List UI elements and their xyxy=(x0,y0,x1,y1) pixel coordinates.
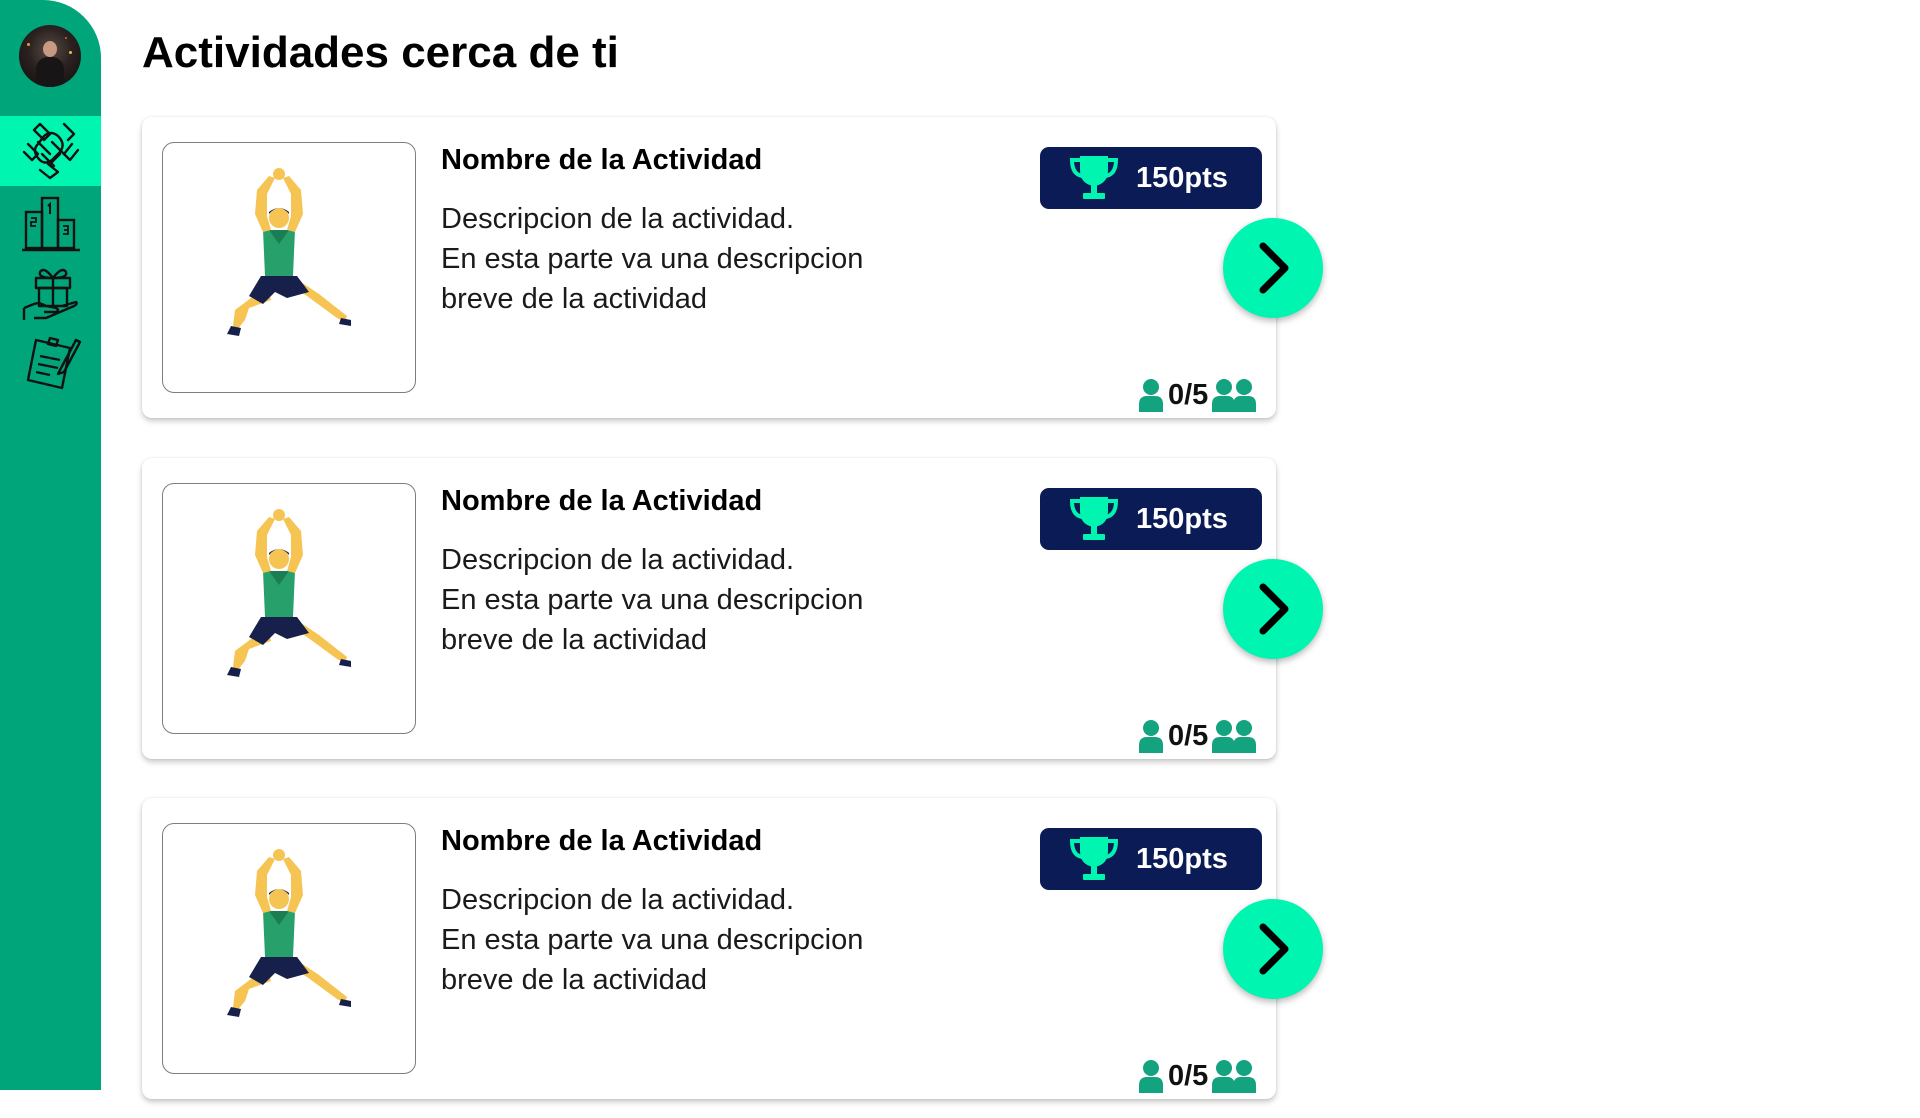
activity-description-line: En esta parte va una descripcion xyxy=(441,243,864,275)
person-icon xyxy=(1137,719,1165,753)
participants-counter: 0/5 xyxy=(1137,1058,1256,1094)
open-activity-button[interactable] xyxy=(1223,899,1323,999)
activity-description-line: Descripcion de la actividad. xyxy=(441,203,795,235)
activity-image xyxy=(162,142,416,393)
sidebar xyxy=(0,0,101,1090)
chevron-right-icon xyxy=(1245,581,1301,637)
activity-image xyxy=(162,823,416,1074)
sidebar-item-notes[interactable] xyxy=(0,328,101,398)
activity-description-line: Descripcion de la actividad. xyxy=(441,544,795,576)
activity-description-line: En esta parte va una descripcion xyxy=(441,924,864,956)
sidebar-item-ranking[interactable] xyxy=(0,188,101,258)
podium-icon xyxy=(21,196,80,252)
points-value: 150pts xyxy=(1136,842,1228,875)
stretching-athlete-illustration xyxy=(189,509,389,709)
stretching-athlete-illustration xyxy=(189,849,389,1049)
sidebar-item-activities[interactable] xyxy=(0,116,101,186)
participants-count: 0/5 xyxy=(1168,1059,1209,1092)
clipboard-icon xyxy=(26,336,81,390)
person-icon xyxy=(1137,1059,1165,1093)
participants-counter: 0/5 xyxy=(1137,718,1256,754)
points-badge: 150pts xyxy=(1040,828,1262,890)
activity-title: Nombre de la Actividad xyxy=(441,825,763,857)
activity-description: Descripcion de la actividad. En esta par… xyxy=(441,540,961,660)
chevron-right-icon xyxy=(1245,240,1301,296)
points-badge: 150pts xyxy=(1040,147,1262,209)
trophy-icon xyxy=(1068,493,1120,545)
activity-card[interactable]: Nombre de la Actividad Descripcion de la… xyxy=(142,798,1323,1099)
trophy-icon xyxy=(1068,833,1120,885)
activity-description-line: breve de la actividad xyxy=(441,283,707,315)
activity-title: Nombre de la Actividad xyxy=(441,485,763,517)
group-icon xyxy=(1212,719,1256,753)
hands-together-icon xyxy=(22,122,79,180)
trophy-icon xyxy=(1068,152,1120,204)
open-activity-button[interactable] xyxy=(1223,559,1323,659)
activity-description-line: breve de la actividad xyxy=(441,964,707,996)
activity-card[interactable]: Nombre de la Actividad Descripcion de la… xyxy=(142,117,1323,418)
gift-hand-icon xyxy=(22,268,78,320)
activity-card[interactable]: Nombre de la Actividad Descripcion de la… xyxy=(142,458,1323,759)
group-icon xyxy=(1212,1059,1256,1093)
activity-description: Descripcion de la actividad. En esta par… xyxy=(441,199,961,319)
stretching-athlete-illustration xyxy=(189,168,389,368)
participants-count: 0/5 xyxy=(1168,378,1209,411)
activity-description-line: breve de la actividad xyxy=(441,624,707,656)
user-avatar[interactable] xyxy=(19,25,81,87)
activity-image xyxy=(162,483,416,734)
activity-title: Nombre de la Actividad xyxy=(441,144,763,176)
sidebar-item-rewards[interactable] xyxy=(0,258,101,328)
participants-count: 0/5 xyxy=(1168,719,1209,752)
page-title: Actividades cerca de ti xyxy=(142,28,619,77)
points-value: 150pts xyxy=(1136,502,1228,535)
chevron-right-icon xyxy=(1245,921,1301,977)
group-icon xyxy=(1212,378,1256,412)
activity-description-line: En esta parte va una descripcion xyxy=(441,584,864,616)
points-value: 150pts xyxy=(1136,161,1228,194)
points-badge: 150pts xyxy=(1040,488,1262,550)
activity-description-line: Descripcion de la actividad. xyxy=(441,884,795,916)
activity-description: Descripcion de la actividad. En esta par… xyxy=(441,880,961,1000)
participants-counter: 0/5 xyxy=(1137,377,1256,413)
open-activity-button[interactable] xyxy=(1223,218,1323,318)
person-icon xyxy=(1137,378,1165,412)
